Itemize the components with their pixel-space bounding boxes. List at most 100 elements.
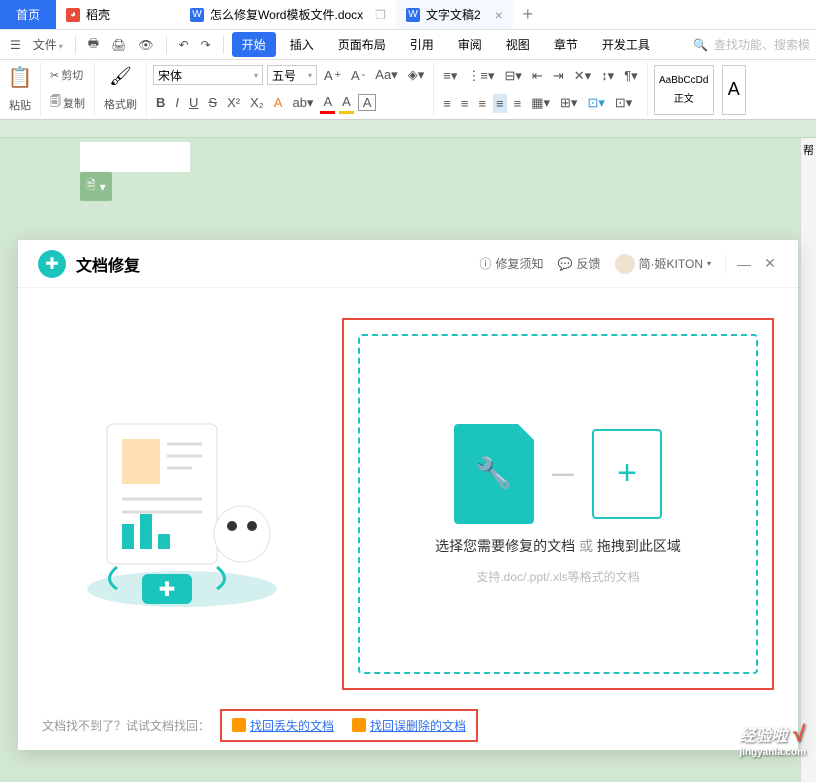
ribbon-tab-ref[interactable]: 引用 [400,32,444,57]
cut-button[interactable]: ✂ 剪切 [47,65,88,85]
copy-button[interactable]: 🗐 复制 [47,91,88,114]
group-styles: AaBbCcDd 正文 [648,62,716,117]
close-tab-icon[interactable]: × [495,7,503,23]
char-border-button[interactable]: A [358,94,377,111]
font-color-2-button[interactable]: A [320,92,335,114]
ribbon-tab-review[interactable]: 审阅 [448,32,492,57]
chat-icon: 💬 [558,257,573,271]
dialog-title: 文档修复 [76,252,466,276]
highlight-button[interactable]: A [339,92,354,114]
ribbon-tab-chapter[interactable]: 章节 [544,32,588,57]
ribbon-toolbar: 📋 粘贴 ✂ 剪切 🗐 复制 🖌 格式刷 宋体 五号 A+ A- Aa▾ ◈▾ … [0,60,816,120]
group-font: 宋体 五号 A+ A- Aa▾ ◈▾ B I U S X² X₂ A ab▾ A… [147,62,434,117]
dialog-footer: 文档找不到了？试试文档找回： 找回丢失的文档 找回误删除的文档 [18,700,798,750]
font-size-select[interactable]: 五号 [267,65,317,85]
change-case-button[interactable]: Aa▾ [372,65,400,85]
group-format-painter: 🖌 格式刷 [95,62,147,117]
text-effects-button[interactable]: ab▾ [289,93,316,113]
subscript-button[interactable]: X₂ [247,93,267,112]
bullets-button[interactable]: ≡▾ [440,66,460,86]
tabs-button[interactable]: ⊡▾ [584,93,607,113]
ribbon-tab-view[interactable]: 视图 [496,32,540,57]
tab-daoke[interactable]: ◕ 稻壳 [56,0,120,29]
group-styles-2: A [716,62,752,117]
footer-lead-text: 文档找不到了？试试文档找回： [42,717,210,734]
line-spacing-button[interactable]: ↕▾ [598,66,617,86]
style-heading[interactable]: A [722,65,746,115]
ribbon-tab-devtools[interactable]: 开发工具 [592,32,660,57]
recover-deleted-link[interactable]: 找回误删除的文档 [352,717,466,734]
italic-button[interactable]: I [172,93,182,112]
file-dropzone[interactable]: 🔧 — + 选择您需要修复的文档 或 拖拽到此区域 支持.doc/.ppt/.x… [358,334,758,674]
popout-icon[interactable]: ❐ [375,8,386,22]
dialog-body: ✚ 🔧 — + 选择您需要修复的文档 或 拖拽到此区域 支持.doc/.ppt/… [18,288,798,700]
underline-button[interactable]: U [186,93,201,112]
style-normal[interactable]: AaBbCcDd 正文 [654,65,714,115]
qat-redo-icon[interactable]: ↷ [197,36,215,54]
repair-notice-button[interactable]: ⓘ修复须知 [480,255,544,272]
info-icon: ⓘ [480,255,492,272]
minimize-button[interactable]: — [736,256,752,272]
recover-lost-link[interactable]: 找回丢失的文档 [232,717,334,734]
dialog-header: ✚ 文档修复 ⓘ修复须知 💬反馈 简·姬KITON▾ — ✕ [18,240,798,288]
menu-bar: ☰ 文件 🖶 🖨 👁 ↶ ↷ 开始 插入 页面布局 引用 审阅 视图 章节 开发… [0,30,816,60]
numbering-button[interactable]: ⋮≡▾ [464,66,497,86]
align-center-button[interactable]: ≡ [458,94,472,113]
font-color-button[interactable]: A [271,93,286,112]
increase-indent-button[interactable]: ⇥ [550,66,567,86]
borders-button[interactable]: ⊞▾ [557,93,580,113]
app-menu-icon[interactable]: ☰ [6,36,25,54]
align-right-button[interactable]: ≡ [475,94,489,113]
qat-preview-icon[interactable]: 👁 [134,36,157,54]
search-icon: 🔍 [693,38,708,52]
tab-doc-active[interactable]: W 文字文稿2 × [396,0,513,29]
ribbon-tab-start[interactable]: 开始 [232,32,276,57]
dropzone-icons: 🔧 — + [454,424,662,524]
dropzone-text-2: 支持.doc/.ppt/.xls等格式的文档 [476,568,639,585]
shrink-font-button[interactable]: A- [348,66,368,85]
paste-button[interactable]: 粘贴 [6,95,34,115]
word-icon: W [190,8,204,22]
sort-button[interactable]: ✕▾ [571,66,594,86]
file-menu[interactable]: 文件 [29,34,67,55]
page-corner [80,142,190,172]
para-settings-button[interactable]: ⊡▾ [612,93,635,113]
search-box[interactable]: 🔍 查找功能、搜索模 [664,36,810,53]
shading-button[interactable]: ▦▾ [528,93,553,113]
new-tab-button[interactable]: + [513,0,543,29]
horizontal-ruler[interactable] [0,120,816,138]
decrease-indent-button[interactable]: ⇤ [529,66,546,86]
floating-toolbar[interactable]: 🗎▾ [80,172,112,201]
strike-button[interactable]: S [205,93,220,112]
add-file-icon[interactable]: + [592,429,662,519]
ribbon-tab-insert[interactable]: 插入 [280,32,324,57]
paste-icon[interactable]: 📋 [8,65,33,90]
distribute-button[interactable]: ≡ [511,94,525,113]
grow-font-button[interactable]: A+ [321,66,344,85]
group-clipboard: 📋 粘贴 [0,62,41,117]
tab-home[interactable]: 首页 [0,0,56,29]
tab-doc-template[interactable]: W 怎么修复Word模板文件.docx ❐ [180,0,396,29]
qat-save-icon[interactable]: 🖶 [84,32,103,57]
format-painter-icon[interactable]: 🖌 [109,66,132,87]
qat-print-icon[interactable]: 🖨 [107,36,130,54]
superscript-button[interactable]: X² [224,93,243,112]
bold-button[interactable]: B [153,93,168,112]
feedback-button[interactable]: 💬反馈 [558,255,601,272]
group-paragraph: ≡▾ ⋮≡▾ ⊟▾ ⇤ ⇥ ✕▾ ↕▾ ¶▾ ≡ ≡ ≡ ≡ ≡ ▦▾ ⊞▾ ⊡… [434,62,647,117]
dialog-logo-icon: ✚ [38,250,66,278]
format-painter-button[interactable]: 格式刷 [101,94,140,114]
show-marks-button[interactable]: ¶▾ [621,66,641,86]
side-panel[interactable]: 帮 [800,138,816,782]
user-menu[interactable]: 简·姬KITON▾ [615,254,711,274]
font-family-select[interactable]: 宋体 [153,65,263,85]
close-button[interactable]: ✕ [762,255,778,272]
align-left-button[interactable]: ≡ [440,94,454,113]
align-justify-button[interactable]: ≡ [493,94,507,113]
clear-format-button[interactable]: ◈▾ [405,65,428,85]
ribbon-tab-layout[interactable]: 页面布局 [328,32,396,57]
file-recover-icon [232,718,246,732]
tab-spacer [120,0,180,29]
qat-undo-icon[interactable]: ↶ [175,36,193,54]
multilevel-button[interactable]: ⊟▾ [502,66,525,86]
